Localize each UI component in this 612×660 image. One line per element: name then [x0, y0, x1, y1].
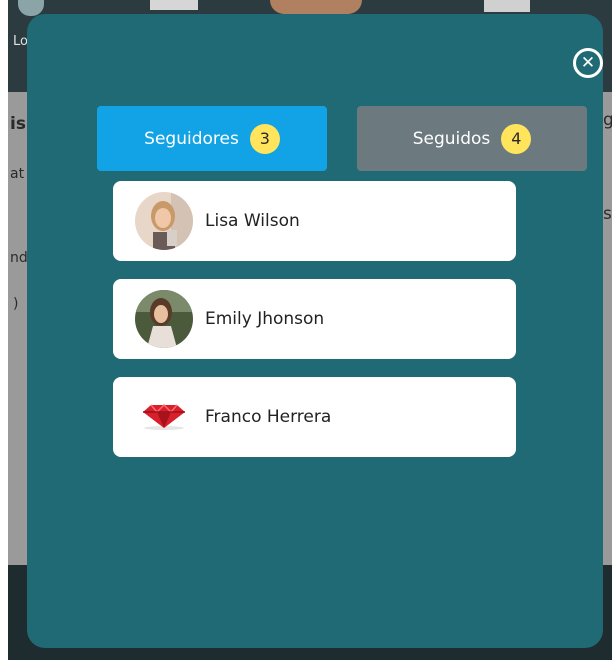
- background-text: g: [603, 110, 612, 130]
- user-name: Emily Jhonson: [205, 309, 325, 329]
- page-left-border: [0, 0, 8, 660]
- background-text: ): [13, 296, 19, 312]
- background-text: is: [10, 114, 26, 134]
- user-avatar: [135, 290, 193, 348]
- count-badge: 4: [501, 123, 532, 154]
- close-icon[interactable]: ✕: [573, 48, 603, 78]
- tab-label: Seguidores: [144, 128, 239, 149]
- count-badge: 3: [249, 123, 280, 154]
- background-text: s: [603, 204, 612, 224]
- tab-label: Seguidos: [412, 128, 491, 149]
- user-list-item[interactable]: Lisa Wilson: [113, 181, 516, 261]
- background-text: at: [10, 166, 25, 182]
- background-text: Lo: [13, 34, 28, 49]
- tab-following[interactable]: Seguidos 4: [357, 106, 587, 171]
- user-list-item[interactable]: Emily Jhonson: [113, 279, 516, 359]
- user-name: Lisa Wilson: [205, 211, 300, 231]
- user-name: Franco Herrera: [205, 407, 332, 427]
- background-avatar-icon: [270, 0, 362, 14]
- user-list-item[interactable]: Franco Herrera: [113, 377, 516, 457]
- background-text: nd: [10, 250, 28, 266]
- background-menu-icon: [150, 0, 198, 10]
- red-diamond-icon: [135, 388, 193, 446]
- tab-followers[interactable]: Seguidores 3: [97, 106, 327, 171]
- background-box-icon: [484, 0, 530, 12]
- user-avatar: [135, 192, 193, 250]
